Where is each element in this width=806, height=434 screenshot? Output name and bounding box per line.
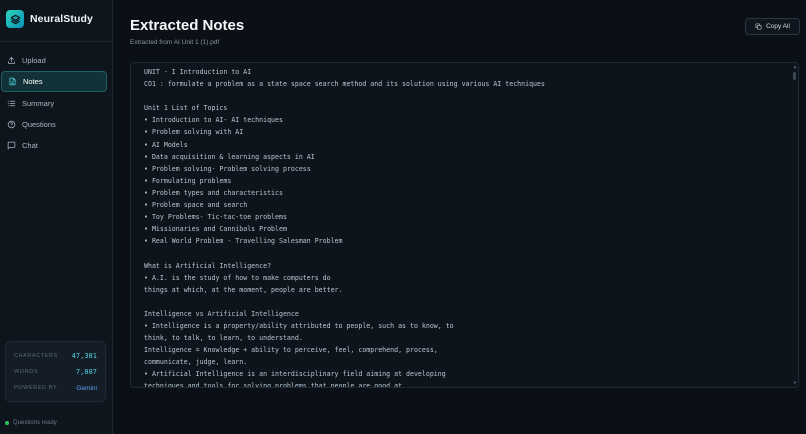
copy-all-label: Copy All bbox=[766, 23, 790, 30]
notes-line: • Introduction to AI- AI techniques bbox=[144, 116, 283, 125]
notes-panel[interactable]: UNIT - I Introduction to AI CO1 : formula… bbox=[130, 62, 799, 388]
notes-line: techniques and tools for solving problem… bbox=[144, 382, 407, 388]
notes-line bbox=[144, 90, 784, 102]
notes-line: Unit 1 List of Topics bbox=[144, 104, 228, 113]
scroll-down-icon[interactable]: ▼ bbox=[793, 381, 797, 385]
brand-name: NeuralStudy bbox=[30, 13, 93, 25]
notes-line: • Problem solving- Problem solving proce… bbox=[144, 164, 311, 173]
notes-line: • Artificial Intelligence is an interdis… bbox=[144, 370, 446, 379]
help-circle-icon bbox=[7, 120, 16, 129]
brand[interactable]: NeuralStudy bbox=[6, 9, 93, 29]
layers-icon bbox=[6, 10, 24, 28]
stat-powered-by: POWERED BY Gemini bbox=[14, 380, 97, 396]
copy-icon bbox=[755, 23, 762, 30]
stat-words: WORDS 7,887 bbox=[14, 364, 97, 380]
scrollbar[interactable]: ▲ ▼ bbox=[793, 65, 797, 385]
notes-line: • A.I. is the study of how to make compu… bbox=[144, 273, 331, 282]
stat-value: Gemini bbox=[76, 384, 97, 392]
notes-line bbox=[144, 296, 784, 308]
list-icon bbox=[7, 100, 16, 107]
status-indicator: Questions ready bbox=[5, 420, 57, 426]
notes-line: • Problem types and characteristics bbox=[144, 188, 283, 197]
notes-line: • Problem solving with AI bbox=[144, 128, 244, 137]
notes-line: CO1 : formulate a problem as a state spa… bbox=[144, 80, 545, 89]
main-content: Extracted Notes Extracted from AI Unit 1… bbox=[113, 0, 806, 434]
sidebar-item-questions[interactable]: Questions bbox=[1, 114, 107, 135]
stats-card: CHARACTERS 47,381 WORDS 7,887 POWERED BY… bbox=[5, 341, 106, 402]
notes-line: things at which, at the moment, people a… bbox=[144, 285, 343, 294]
sidebar-item-upload[interactable]: Upload bbox=[1, 50, 107, 71]
notes-line: • Problem space and search bbox=[144, 201, 248, 210]
notes-line: • Toy Problems- Tic-tac-toe problems bbox=[144, 213, 287, 222]
notes-line: • Intelligence is a property/ability att… bbox=[144, 321, 454, 330]
notes-line: • Data acquisition & learning aspects in… bbox=[144, 152, 315, 161]
chat-icon bbox=[7, 141, 16, 150]
status-text: Questions ready bbox=[13, 420, 57, 426]
stat-label: CHARACTERS bbox=[14, 353, 58, 359]
upload-icon bbox=[8, 57, 15, 64]
scroll-thumb[interactable] bbox=[793, 72, 796, 80]
sidebar-item-label: Notes bbox=[23, 77, 43, 86]
notes-line bbox=[144, 247, 784, 259]
sidebar-item-label: Upload bbox=[22, 56, 46, 65]
notes-line: Intelligence = Knowledge + ability to pe… bbox=[144, 346, 438, 355]
page-title: Extracted Notes bbox=[130, 17, 245, 34]
divider bbox=[0, 41, 113, 42]
notes-line: • Real World Problem - Travelling Salesm… bbox=[144, 237, 343, 246]
stat-label: WORDS bbox=[14, 369, 39, 375]
copy-all-button[interactable]: Copy All bbox=[745, 18, 800, 35]
notes-line: communicate, judge, learn. bbox=[144, 358, 248, 367]
document-icon bbox=[9, 77, 16, 86]
notes-line: What is Artificial Intelligence? bbox=[144, 261, 272, 270]
notes-line: think, to talk, to learn, to understand. bbox=[144, 334, 303, 343]
stat-value: 7,887 bbox=[75, 368, 97, 376]
status-dot bbox=[5, 421, 9, 425]
sidebar-item-label: Questions bbox=[22, 120, 56, 129]
sidebar-item-label: Chat bbox=[22, 141, 38, 150]
notes-line: • Missionaries and Cannibals Problem bbox=[144, 225, 287, 234]
sidebar-item-summary[interactable]: Summary bbox=[1, 93, 107, 114]
notes-text[interactable]: UNIT - I Introduction to AI CO1 : formula… bbox=[144, 66, 784, 388]
page-subtitle: Extracted from AI Unit 1 (1).pdf bbox=[130, 39, 220, 46]
notes-line: UNIT - I Introduction to AI bbox=[144, 68, 252, 76]
notes-line: • Formulating problems bbox=[144, 176, 232, 185]
notes-line: Intelligence vs Artificial Intelligence bbox=[144, 309, 299, 318]
stat-value: 47,381 bbox=[71, 352, 97, 360]
sidebar-item-notes[interactable]: Notes bbox=[1, 71, 107, 92]
scroll-up-icon[interactable]: ▲ bbox=[793, 65, 797, 69]
sidebar-item-label: Summary bbox=[22, 99, 55, 108]
sidebar: NeuralStudy Upload Notes Summary Questio… bbox=[0, 0, 113, 434]
stat-characters: CHARACTERS 47,381 bbox=[14, 348, 97, 364]
stat-label: POWERED BY bbox=[14, 385, 58, 391]
sidebar-item-chat[interactable]: Chat bbox=[1, 135, 107, 156]
notes-line: • AI Models bbox=[144, 140, 188, 149]
